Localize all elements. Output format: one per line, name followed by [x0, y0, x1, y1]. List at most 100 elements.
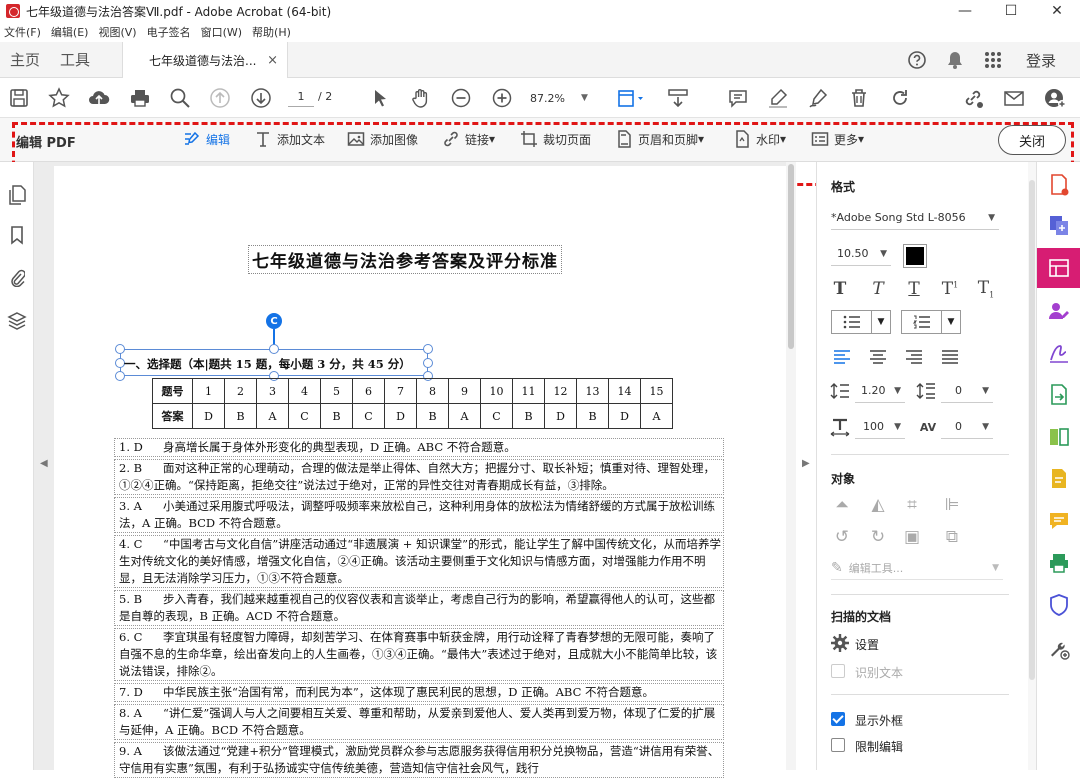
show-bbox-checkbox[interactable] — [831, 712, 845, 726]
pdf-page[interactable]: 七年级道德与法治参考答案及评分标准 C 一、选择题（本|题共 15 题，每小题 … — [54, 166, 786, 778]
login-button[interactable]: 登录 — [1012, 50, 1080, 71]
resize-handle[interactable] — [115, 371, 125, 381]
collapse-left-icon[interactable]: ◀ — [40, 458, 48, 469]
align-left-icon[interactable] — [831, 346, 853, 368]
zoom-in-icon[interactable] — [490, 86, 514, 110]
align-objects-icon[interactable]: ⊫ — [941, 494, 963, 516]
answer-table[interactable]: 题号 1 2 3 4 5 6 7 8 9 10 11 12 13 14 15 答案 DBACBCDBACBD… — [152, 378, 673, 429]
help-icon[interactable] — [898, 50, 936, 70]
menu-edit[interactable]: 编辑(E) — [47, 24, 95, 40]
hand-tool-icon[interactable] — [409, 86, 433, 110]
zoom-search-icon[interactable] — [168, 86, 192, 110]
panel-scroll-thumb[interactable] — [1029, 180, 1035, 680]
list-item[interactable]: 8. A “讲仁爱”强调人与人之间要相互关爱、尊重和帮助，从爱亲到爱他人、爱人类再… — [114, 704, 724, 740]
replace-image-icon[interactable]: ▣ — [901, 526, 923, 548]
maximize-button[interactable]: ☐ — [988, 0, 1034, 22]
document-scroll-thumb[interactable] — [788, 164, 794, 349]
prev-page-icon[interactable] — [208, 86, 232, 110]
list-item[interactable]: 2. B 面对这种正常的心理萌动，合理的做法是举止得体、自然大方；把握分寸、取长补… — [114, 459, 724, 495]
collapse-right-icon[interactable]: ▶ — [802, 458, 810, 469]
align-right-icon[interactable] — [903, 346, 925, 368]
delete-icon[interactable] — [847, 86, 871, 110]
character-spacing-dropdown[interactable]: 0 ▼ — [941, 415, 993, 439]
add-image-button[interactable]: 添加图像 — [347, 130, 418, 148]
crop-page-button[interactable]: 裁切页面 — [520, 130, 591, 148]
edit-tool-button[interactable]: 编辑 — [183, 130, 230, 148]
bold-icon[interactable]: T — [829, 278, 851, 300]
tab-tools[interactable]: 工具 — [50, 49, 100, 70]
add-user-icon[interactable] — [1043, 86, 1067, 110]
underline-icon[interactable]: T — [903, 278, 925, 300]
list-item[interactable]: 9. A 该做法通过“党建+积分”管理模式，激励党员群众参与志愿服务获得信用积分兑… — [114, 742, 724, 778]
fill-sign-icon[interactable] — [1048, 342, 1070, 364]
text-color-swatch[interactable] — [903, 244, 927, 268]
combine-files-icon[interactable] — [1048, 214, 1070, 236]
list-item[interactable]: 1. D 身高增长属于身体外形变化的典型表现，D 正确。ABC 不符合题意。 — [114, 438, 724, 457]
list-item[interactable]: 4. C “中国考古与文化自信”讲座活动通过“非遗展演 + 知识课堂”的形式，能让… — [114, 535, 724, 588]
star-icon[interactable] — [47, 86, 71, 110]
close-tab-icon[interactable]: × — [267, 53, 278, 68]
close-edit-button[interactable]: 关闭 — [998, 125, 1066, 155]
flip-horizontal-icon[interactable]: ◭ — [867, 494, 889, 516]
zoom-dropdown[interactable]: 87.2% ▼ — [530, 88, 596, 108]
watermark-button[interactable]: 水印 ▾ — [733, 130, 786, 148]
subscript-icon[interactable]: T1 — [975, 278, 997, 300]
menu-help[interactable]: 帮助(H) — [248, 24, 297, 40]
resize-handle[interactable] — [423, 344, 433, 354]
panel-scrollbar[interactable] — [1028, 162, 1036, 770]
rotate-handle-icon[interactable]: C — [266, 313, 282, 329]
font-size-dropdown[interactable]: 10.50 ▼ — [831, 242, 891, 266]
print-icon[interactable] — [128, 86, 152, 110]
request-signature-icon[interactable] — [1048, 300, 1070, 322]
paragraph-spacing-dropdown[interactable]: 0 ▼ — [941, 379, 993, 403]
highlight-pen-icon[interactable] — [766, 86, 790, 110]
zoom-out-icon[interactable] — [449, 86, 473, 110]
section-heading[interactable]: 一、选择题（本|题共 15 题，每小题 3 分，共 45 分） — [124, 356, 411, 372]
create-pdf-icon[interactable] — [1048, 468, 1070, 490]
restrict-edit-checkbox[interactable] — [831, 738, 845, 752]
comment-icon[interactable] — [726, 86, 750, 110]
gear-icon[interactable] — [829, 632, 851, 654]
protect-shield-icon[interactable] — [1048, 594, 1070, 616]
crop-object-icon[interactable]: ⌗ — [901, 494, 923, 516]
print-production-icon[interactable] — [1048, 552, 1070, 574]
minimize-button[interactable]: — — [942, 0, 988, 22]
cloud-upload-icon[interactable] — [87, 86, 111, 110]
menu-view[interactable]: 视图(V) — [94, 24, 142, 40]
rotate-right-icon[interactable]: ↻ — [867, 526, 889, 548]
resize-handle[interactable] — [423, 358, 433, 368]
scroll-mode-icon[interactable] — [666, 86, 690, 110]
line-spacing-dropdown[interactable]: 1.20 ▼ — [855, 379, 905, 403]
fit-page-icon[interactable] — [614, 86, 646, 110]
attachment-icon[interactable] — [6, 266, 28, 288]
export-pdf-green-icon[interactable] — [1048, 384, 1070, 406]
bullet-list-dropdown[interactable]: ▼ — [831, 310, 891, 334]
align-center-icon[interactable] — [867, 346, 889, 368]
organize-pages-icon[interactable] — [1048, 426, 1070, 448]
page-number-input[interactable]: 1 — [288, 87, 314, 107]
horizontal-scale-dropdown[interactable]: 100 ▼ — [855, 415, 905, 439]
resize-handle[interactable] — [269, 344, 279, 354]
close-window-button[interactable]: ✕ — [1034, 0, 1080, 22]
share-link-icon[interactable] — [961, 86, 985, 110]
sign-icon[interactable] — [806, 86, 830, 110]
align-justify-icon[interactable] — [939, 346, 961, 368]
bell-icon[interactable] — [936, 50, 974, 70]
settings-link[interactable]: 设置 — [855, 636, 879, 653]
document-scrollbar[interactable] — [786, 162, 796, 770]
arrange-icon[interactable]: ⧉ — [941, 526, 963, 548]
menu-window[interactable]: 窗口(W) — [197, 24, 248, 40]
rotate-left-icon[interactable]: ↺ — [831, 526, 853, 548]
list-item[interactable]: 5. B 步入青春，我们越来越重视自己的仪容仪表和言谈举止，考虑自己行为的影响，希… — [114, 590, 724, 626]
pages-icon[interactable] — [6, 184, 28, 206]
list-item[interactable]: 3. A 小美通过采用腹式呼吸法，调整呼吸频率来放松自己，这种利用身体的放松法为情… — [114, 497, 724, 533]
export-pdf-icon[interactable] — [1048, 174, 1070, 196]
email-icon[interactable] — [1002, 86, 1026, 110]
document-title[interactable]: 七年级道德与法治参考答案及评分标准 — [248, 245, 562, 274]
layers-icon[interactable] — [6, 310, 28, 332]
tab-home[interactable]: 主页 — [0, 49, 50, 70]
comment-tool-icon[interactable] — [1048, 510, 1070, 532]
font-family-dropdown[interactable]: *Adobe Song Std L-8056 ▼ — [831, 206, 999, 230]
tab-document[interactable]: 七年级道德与法治... × — [122, 42, 288, 78]
numbered-list-dropdown[interactable]: ▼ — [901, 310, 961, 334]
